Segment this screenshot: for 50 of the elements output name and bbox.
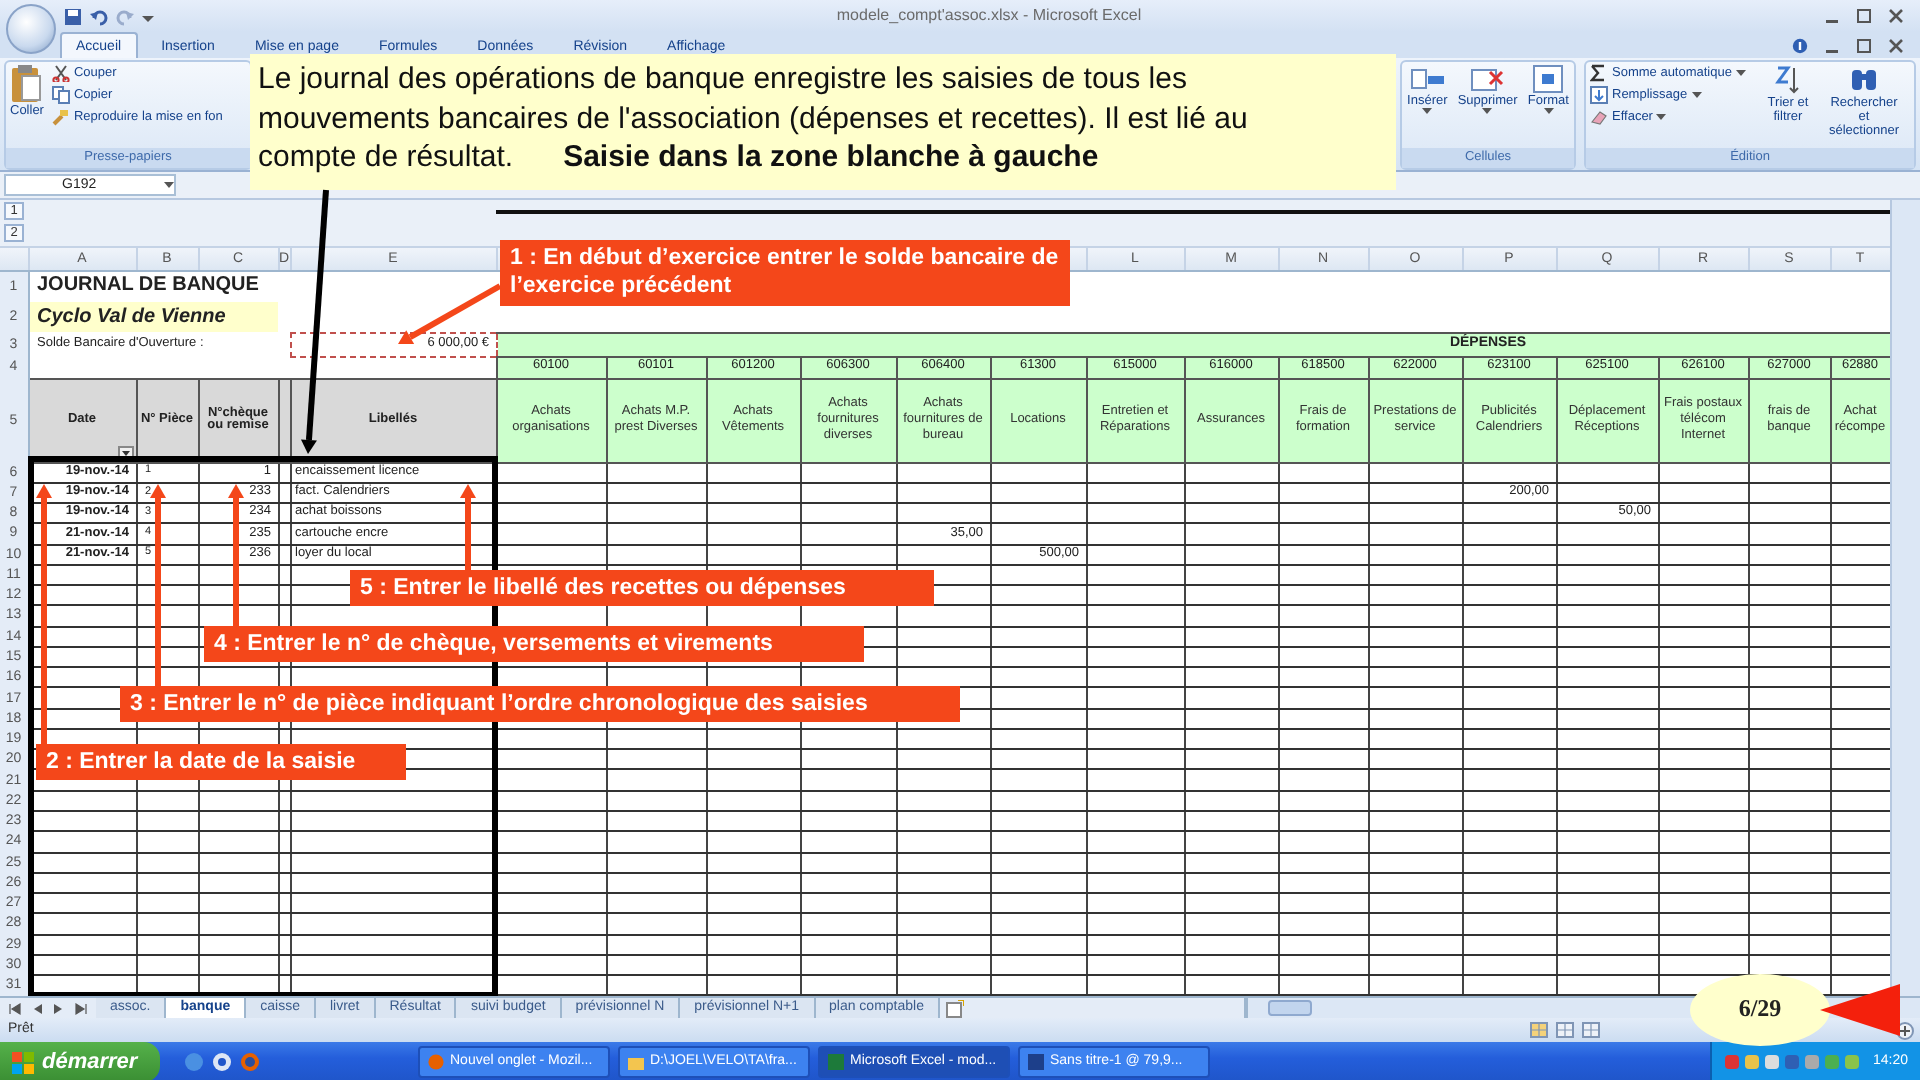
- window-title: modele_compt'assoc.xlsx - Microsoft Excel: [836, 5, 1142, 24]
- vertical-scrollbar[interactable]: [1890, 200, 1920, 996]
- brush-icon: [51, 108, 70, 126]
- note-text: Le journal des opérations de banque enregistre les saisies de tous les mouvements bancaires de l'association (dépenses et recettes). Il est lié au compte de résultat. Saisie dans la zone blanche à gauche: [250, 54, 1396, 190]
- sheet-subtitle: Cyclo Val de Vienne: [35, 305, 226, 327]
- caret-icon[interactable]: [164, 182, 174, 188]
- format-cells-icon: [1531, 64, 1566, 94]
- sheet-title: JOURNAL DE BANQUE: [37, 274, 259, 297]
- restore-icon[interactable]: [1856, 37, 1872, 53]
- arrow: [228, 484, 244, 626]
- next-slide-button[interactable]: [1820, 984, 1900, 1036]
- callout: 5 : Entrer le libellé des recettes ou dépenses: [350, 570, 934, 607]
- close-icon[interactable]: [1888, 37, 1904, 53]
- clipboard-icon: [10, 64, 43, 104]
- sigma-icon: [1590, 64, 1608, 82]
- copy-icon: [51, 86, 70, 104]
- undo-icon[interactable]: [90, 7, 108, 25]
- disc-icon[interactable]: [212, 1052, 232, 1072]
- close-icon[interactable]: [1888, 8, 1904, 24]
- callout: 4 : Entrer le n° de chèque, versements et virements: [204, 626, 864, 663]
- first-sheet-icon[interactable]: [8, 1001, 22, 1015]
- fill-down-icon: [1590, 86, 1608, 104]
- scroll-thumb[interactable]: [1267, 1000, 1312, 1016]
- last-sheet-icon[interactable]: [74, 1001, 88, 1015]
- insert-cells-icon: [1410, 64, 1445, 94]
- callout: 2 : Entrer la date de la saisie: [36, 744, 406, 781]
- scissors-icon: [51, 64, 70, 82]
- callout: 3 : Entrer le n° de pièce indiquant l’ordre chronologique des saisies: [120, 686, 960, 723]
- callout: 1 : En début d’exercice entrer le solde bancaire de l’exercice précédent: [500, 240, 1070, 306]
- arrow: [398, 283, 502, 345]
- delete-cells-icon: [1470, 64, 1505, 94]
- caret-icon: [1735, 70, 1746, 76]
- save-icon[interactable]: [64, 7, 82, 25]
- caret-icon: [1543, 108, 1554, 115]
- windows-logo-icon: [12, 1051, 34, 1073]
- page-number: 6/29: [1738, 996, 1782, 1024]
- binoculars-icon: [1847, 64, 1880, 96]
- page-layout-icon[interactable]: [1555, 1022, 1574, 1038]
- arrow: [460, 484, 476, 570]
- caret-icon: [1422, 108, 1433, 115]
- eraser-icon: [1590, 108, 1608, 126]
- caret-icon: [1691, 92, 1702, 98]
- folder-icon: [628, 1054, 644, 1070]
- sort-icon: [1771, 64, 1804, 96]
- maximize-icon[interactable]: [1856, 8, 1872, 24]
- caret-icon: [1656, 114, 1667, 120]
- help-icon[interactable]: [1792, 37, 1808, 53]
- page-break-icon[interactable]: [1581, 1022, 1600, 1038]
- caret-icon: [1482, 108, 1493, 115]
- new-sheet-icon[interactable]: [945, 999, 964, 1017]
